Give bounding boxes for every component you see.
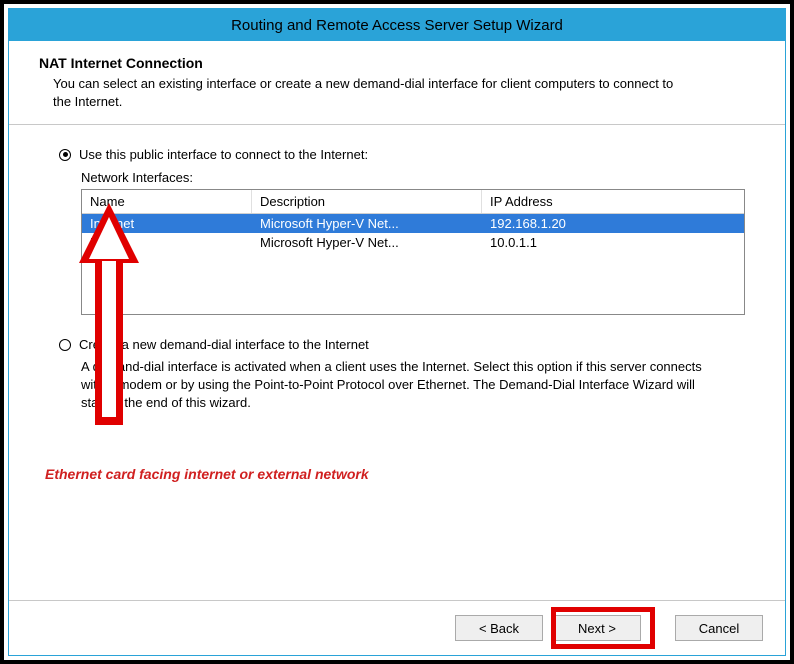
page-description: You can select an existing interface or … [53, 75, 693, 110]
titlebar[interactable]: Routing and Remote Access Server Setup W… [9, 9, 785, 41]
screenshot-frame: Routing and Remote Access Server Setup W… [0, 0, 794, 664]
network-interfaces-label: Network Interfaces: [81, 170, 745, 185]
cell-name: LAN [82, 233, 252, 252]
option-demand-dial-section: Create a new demand-dial interface to th… [59, 337, 745, 413]
table-header: Name Description IP Address [82, 190, 744, 214]
cell-ip: 10.0.1.1 [482, 233, 744, 252]
back-button[interactable]: < Back [455, 615, 543, 641]
wizard-header: NAT Internet Connection You can select a… [9, 41, 785, 125]
window-title: Routing and Remote Access Server Setup W… [231, 17, 563, 34]
annotation-text: Ethernet card facing internet or externa… [45, 465, 385, 483]
cell-description: Microsoft Hyper-V Net... [252, 233, 482, 252]
option-public-interface[interactable]: Use this public interface to connect to … [59, 147, 745, 162]
cancel-button[interactable]: Cancel [675, 615, 763, 641]
wizard-footer: < Back Next > Cancel [9, 600, 785, 655]
wizard-window: Routing and Remote Access Server Setup W… [8, 8, 786, 656]
cell-name: Internet [82, 214, 252, 233]
col-header-name[interactable]: Name [82, 190, 252, 213]
col-header-description[interactable]: Description [252, 190, 482, 213]
next-button[interactable]: Next > [553, 615, 641, 641]
table-row[interactable]: LAN Microsoft Hyper-V Net... 10.0.1.1 [82, 233, 744, 252]
col-header-ip[interactable]: IP Address [482, 190, 744, 213]
page-title: NAT Internet Connection [39, 55, 755, 71]
cell-ip: 192.168.1.20 [482, 214, 744, 233]
network-interfaces-table[interactable]: Name Description IP Address Internet Mic… [81, 189, 745, 315]
radio-demand-dial[interactable] [59, 339, 71, 351]
option-demand-dial[interactable]: Create a new demand-dial interface to th… [59, 337, 745, 352]
table-body: Internet Microsoft Hyper-V Net... 192.16… [82, 214, 744, 314]
wizard-body: Use this public interface to connect to … [9, 125, 785, 600]
option-demand-dial-description: A demand-dial interface is activated whe… [81, 358, 721, 413]
table-row[interactable]: Internet Microsoft Hyper-V Net... 192.16… [82, 214, 744, 233]
cell-description: Microsoft Hyper-V Net... [252, 214, 482, 233]
radio-public-interface[interactable] [59, 149, 71, 161]
option-public-interface-label: Use this public interface to connect to … [79, 147, 368, 162]
option-demand-dial-label: Create a new demand-dial interface to th… [79, 337, 369, 352]
